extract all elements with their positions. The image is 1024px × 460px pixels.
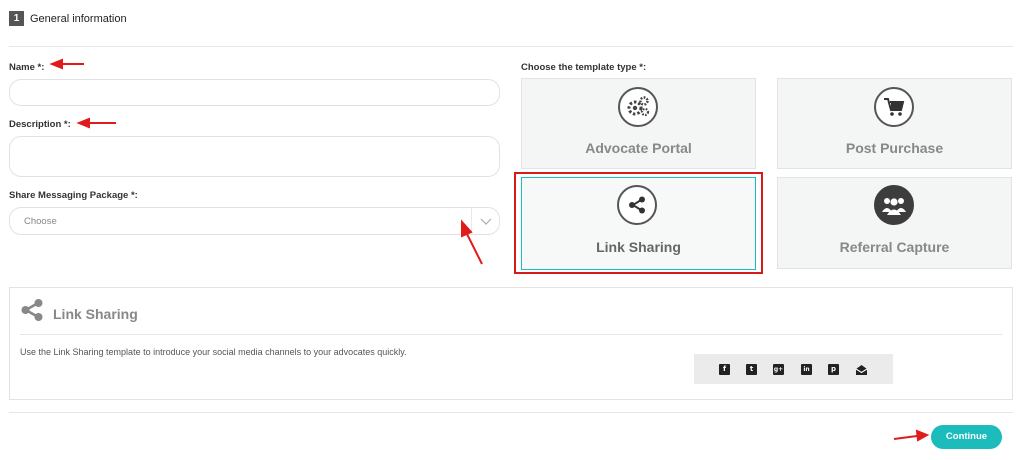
annotation-arrows — [49, 58, 930, 442]
